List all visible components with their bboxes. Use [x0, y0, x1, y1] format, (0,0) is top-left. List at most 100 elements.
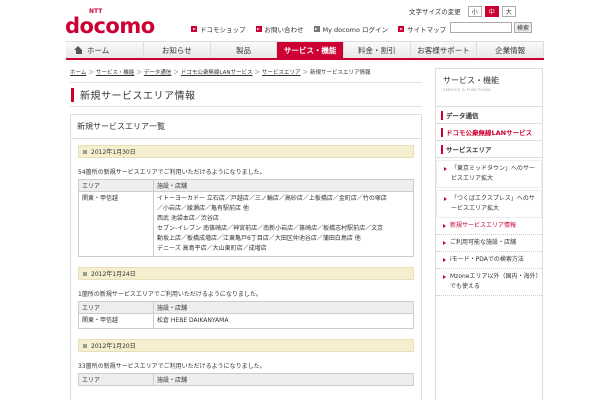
logo-wordmark: docomo: [65, 14, 155, 38]
sidebar-subitem-imode-search[interactable]: iモード・PDAでの検索方法: [436, 252, 542, 269]
nav-tab-news[interactable]: お知らせ: [143, 42, 211, 58]
arrow-icon: [398, 26, 405, 32]
site-search: 検索: [450, 22, 532, 33]
arrow-right-icon: [443, 241, 447, 245]
utility-link-sitemap[interactable]: サイトマップ: [398, 24, 446, 34]
nav-tab-pricing[interactable]: 料金・割引: [343, 42, 411, 58]
nav-tab-support[interactable]: お客様サポート: [410, 42, 478, 58]
utility-link-docomo-shop[interactable]: ドコモショップ: [191, 24, 246, 34]
col-area: エリア: [78, 373, 154, 386]
date-text: 2012年1月30日: [91, 149, 136, 156]
nav-tab-corporate[interactable]: 企業情報: [477, 42, 544, 58]
sidebar: サービス・機能 SERVICE & FUNCTIONS データ通信 ドコモ公衆無…: [435, 68, 543, 400]
font-size-switcher: 文字サイズの変更 小 中 大: [409, 5, 516, 17]
sidebar-item-label: サービスエリア: [446, 146, 492, 154]
facility-cell: 松倉 HEBE DAIKANYAMA: [153, 313, 414, 329]
title-accent-bar: [71, 87, 74, 102]
date-heading: 2012年1月30日: [78, 145, 414, 158]
home-icon: [74, 46, 83, 54]
arrow-right-icon: [444, 167, 448, 171]
facility-line: デニーズ 高島平店／大山東町店／成増店: [157, 245, 267, 252]
utility-link-mydocomo[interactable]: My docomo ログイン: [313, 24, 389, 34]
col-area: エリア: [78, 179, 154, 192]
breadcrumb-area[interactable]: サービスエリア: [262, 68, 301, 76]
bullet-icon: [83, 149, 87, 154]
table-row: 関東・甲信越 松倉 HEBE DAIKANYAMA: [78, 313, 414, 329]
sidebar-header: サービス・機能 SERVICE & FUNCTIONS: [436, 69, 542, 107]
sidebar-subitem-label: iモード・PDAでの検索方法: [450, 256, 524, 263]
facility-line: 西武 池袋本店／渋谷店: [157, 215, 219, 222]
facility-line: ／小岩店／綾瀬店／亀有駅前店 他: [157, 205, 249, 212]
sidebar-subitem-label: 「つくばエクスプレス」へのサービスエリア拡大: [451, 195, 535, 212]
date-text: 2012年1月20日: [91, 343, 136, 350]
breadcrumb-home[interactable]: ホーム: [70, 68, 86, 76]
nav-tab-home[interactable]: ホーム: [66, 42, 144, 58]
date-heading: 2012年1月24日: [78, 267, 414, 280]
sidebar-subitem-tsukuba[interactable]: 「つくばエクスプレス」へのサービスエリア拡大: [436, 190, 542, 218]
col-facility: 施設・店舗: [153, 301, 414, 314]
main-content: 新規サービスエリア一覧 2012年1月30日 54箇所の新規サービスエリアでご利…: [70, 114, 422, 400]
entry-message: 1箇所の新規サービスエリアでご利用いただけるようになりました。: [78, 291, 262, 298]
bar-icon: [441, 110, 443, 120]
page-title: 新規サービスエリア情報: [70, 82, 422, 107]
arrow-right-icon: [444, 197, 448, 201]
bullet-icon: [83, 271, 87, 276]
breadcrumb-separator: ＞: [254, 70, 261, 76]
sidebar-item-data[interactable]: データ通信: [436, 107, 542, 124]
sidebar-subitem-mzone[interactable]: Mzoneエリア以外（国内・海外）でも使える: [436, 269, 542, 296]
breadcrumb-separator: ＞: [88, 70, 94, 76]
nav-tab-services[interactable]: サービス・機能: [277, 42, 344, 58]
page: NTT docomo 文字サイズの変更 小 中 大 ドコモショップ お問い合わせ…: [60, 0, 550, 400]
utility-link-label: お問い合わせ: [264, 26, 304, 34]
breadcrumb-separator: ＞: [173, 70, 179, 76]
font-size-medium-button[interactable]: 中: [484, 5, 499, 17]
col-area: エリア: [78, 301, 154, 314]
breadcrumb-services[interactable]: サービス・機能: [96, 68, 135, 76]
area-table: エリア 施設・店舗 関東・甲信越 イトーヨーカドー 立石店／戸越店／三ノ輪店／高…: [78, 179, 414, 257]
sidebar-sublist: 「東京ミッドタウン」へのサービスエリア拡大 「つくばエクスプレス」へのサービスエ…: [436, 158, 542, 296]
sidebar-item-wifi[interactable]: ドコモ公衆無線LANサービス: [436, 124, 542, 141]
utility-link-label: My docomo ログイン: [322, 26, 389, 34]
breadcrumb-separator: ＞: [136, 70, 142, 76]
docomo-logo[interactable]: NTT docomo: [65, 8, 185, 38]
sidebar-item-label: ドコモ公衆無線LANサービス: [446, 129, 533, 137]
arrow-icon: [255, 26, 262, 32]
arrow-icon: [191, 26, 197, 32]
sidebar-subitem-midtown[interactable]: 「東京ミッドタウン」へのサービスエリア拡大: [436, 160, 542, 188]
facility-line: セブン-イレブン 南篠崎店／神宮前店／南新小岩店／篠崎店／板橋志村駅前店／文京: [157, 225, 384, 232]
sidebar-subitem-label: 「東京ミッドタウン」へのサービスエリア拡大: [451, 165, 536, 182]
arrow-right-icon: [443, 258, 447, 262]
facility-line: イトーヨーカドー 立石店／戸越店／三ノ輪店／高砂店／上板橋店／金町店／竹の塚店: [157, 195, 387, 202]
utility-links: ドコモショップ お問い合わせ My docomo ログイン サイトマップ: [191, 24, 446, 34]
col-facility: 施設・店舗: [153, 373, 414, 386]
facility-cell: イトーヨーカドー 立石店／戸越店／三ノ輪店／高砂店／上板橋店／金町店／竹の塚店 …: [153, 191, 414, 257]
breadcrumb-current: 新規サービスエリア情報: [310, 70, 371, 76]
search-button[interactable]: 検索: [514, 22, 532, 33]
breadcrumb-data[interactable]: データ通信: [144, 68, 172, 76]
facility-line: 松倉 HEBE DAIKANYAMA: [157, 317, 229, 324]
utility-link-contact[interactable]: お問い合わせ: [255, 24, 304, 34]
sidebar-subitem-facilities[interactable]: ご利用可能な施設・店舗: [436, 235, 542, 252]
font-size-small-button[interactable]: 小: [467, 5, 482, 17]
sidebar-subitem-label: Mzoneエリア以外（国内・海外）でも使える: [450, 273, 539, 290]
breadcrumb: ホーム ＞ サービス・機能 ＞ データ通信 ＞ ドコモ公衆無線LANサービス ＞…: [70, 68, 371, 76]
sidebar-subitem-label: 新規サービスエリア情報: [450, 222, 517, 229]
font-size-large-button[interactable]: 大: [501, 5, 516, 17]
nav-tab-products[interactable]: 製品: [210, 42, 278, 58]
nav-tab-label: ホーム: [87, 45, 110, 55]
col-facility: 施設・店舗: [153, 179, 414, 192]
arrow-right-icon: [443, 275, 447, 279]
sidebar-item-service-area[interactable]: サービスエリア: [436, 141, 542, 158]
section-title: 新規サービスエリア一覧: [71, 115, 421, 139]
breadcrumb-wifi[interactable]: ドコモ公衆無線LANサービス: [181, 68, 253, 76]
date-text: 2012年1月24日: [91, 271, 136, 278]
font-size-label: 文字サイズの変更: [409, 8, 461, 16]
date-heading: 2012年1月20日: [78, 339, 414, 352]
sidebar-subitem-label: ご利用可能な施設・店舗: [450, 239, 517, 246]
entry-message: 33箇所の新規サービスエリアでご利用いただけるようになりました。: [78, 363, 266, 370]
page-title-text: 新規サービスエリア情報: [80, 91, 196, 102]
search-input[interactable]: [450, 22, 512, 33]
area-cell: 関東・甲信越: [78, 313, 154, 329]
sidebar-subitem-new-areas[interactable]: 新規サービスエリア情報: [436, 218, 542, 235]
utility-link-label: サイトマップ: [407, 26, 447, 34]
